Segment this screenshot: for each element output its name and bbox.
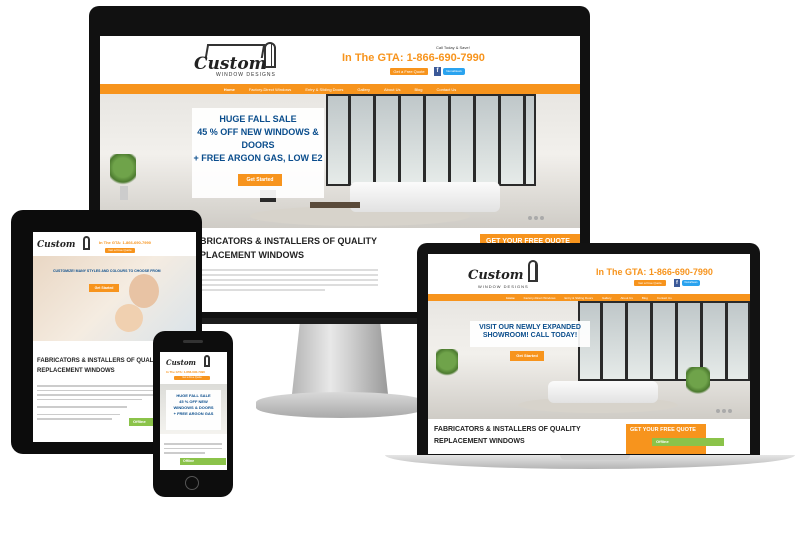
tablet-get-started-button[interactable]: Get Started bbox=[89, 284, 119, 292]
phone-home-button[interactable] bbox=[185, 476, 199, 490]
phone-promo-box: HUGE FALL SALE 45 % OFF NEW WINDOWS & DO… bbox=[166, 390, 221, 430]
tablet-quote-button[interactable]: Get a Free Quote bbox=[105, 248, 135, 253]
sofa-image bbox=[350, 182, 500, 212]
hero-slider: HUGE FALL SALE 45 % OFF NEW WINDOWS & DO… bbox=[100, 94, 580, 228]
content-heading-1: BRICATORS & INSTALLERS OF QUALITY bbox=[200, 236, 377, 246]
laptop-logo-window-icon bbox=[528, 260, 538, 282]
imac-stand bbox=[292, 324, 388, 394]
responsive-mockup: Custom WINDOW DESIGNS Call Today & Save!… bbox=[0, 0, 800, 534]
laptop-nav-doors[interactable]: Entry & Sliding Doors bbox=[564, 296, 593, 300]
nav-item-home[interactable]: Home bbox=[224, 87, 235, 92]
phone-gta-phone[interactable]: In The GTA: 1-866-690-7990 bbox=[166, 370, 205, 374]
main-nav: Home Factory-Direct Windows Entry & Slid… bbox=[100, 84, 580, 94]
get-started-button[interactable]: Get Started bbox=[238, 174, 282, 186]
laptop-plant-image bbox=[436, 349, 458, 379]
logo-subtitle: WINDOW DESIGNS bbox=[216, 72, 276, 78]
promo-line-4: + FREE ARGON GAS, LOW E2 bbox=[193, 153, 323, 163]
laptop-offline-chat[interactable]: Offline bbox=[652, 438, 724, 446]
plant-image bbox=[110, 154, 136, 188]
laptop-promo-line-1: VISIT OUR NEWLY EXPANDED bbox=[479, 324, 581, 331]
laptop-facebook-icon[interactable]: f bbox=[674, 279, 680, 287]
laptop-hero: VISIT OUR NEWLY EXPANDED SHOWROOM! CALL … bbox=[428, 301, 750, 419]
laptop-heading-1: FABRICATORS & INSTALLERS OF QUALITY bbox=[434, 426, 581, 433]
phone-logo-window-icon bbox=[204, 355, 210, 367]
tablet-customize-text: CUSTOMIZE! MANY STYLES AND COLOURS TO CH… bbox=[53, 269, 161, 273]
laptop-promo-box: VISIT OUR NEWLY EXPANDED SHOWROOM! CALL … bbox=[470, 321, 590, 347]
laptop-promo-line-2: SHOWROOM! CALL TODAY! bbox=[482, 332, 578, 339]
hero-window-frames bbox=[326, 94, 536, 186]
phone-logo[interactable]: Custom bbox=[166, 358, 196, 367]
laptop-hero-window-frames bbox=[578, 301, 750, 381]
slider-dots[interactable] bbox=[528, 216, 544, 220]
promo-line-3: DOORS bbox=[241, 140, 275, 150]
nav-item-contact[interactable]: Contact Us bbox=[436, 87, 456, 92]
phone-hero: HUGE FALL SALE 45 % OFF NEW WINDOWS & DO… bbox=[160, 384, 227, 434]
laptop-nav: Home Factory-Direct Windows Entry & Slid… bbox=[428, 294, 750, 301]
laptop-nav-about[interactable]: About Us bbox=[621, 296, 633, 300]
content-heading-2: PLACEMENT WINDOWS bbox=[200, 250, 304, 260]
promo-line-2: 45 % OFF NEW WINDOWS & bbox=[197, 127, 319, 137]
logo[interactable]: Custom WINDOW DESIGNS bbox=[194, 42, 294, 82]
phone-promo-line-3: WINDOWS & DOORS bbox=[173, 405, 214, 410]
phone-quote-button[interactable]: Get a Free Quote bbox=[174, 376, 210, 380]
plant-pot bbox=[120, 186, 128, 200]
free-quote-button[interactable]: Get a Free Quote bbox=[390, 68, 428, 75]
laptop-quote-button[interactable]: Get a Free Quote bbox=[634, 280, 666, 286]
laptop-get-started-button[interactable]: Get Started bbox=[510, 351, 544, 361]
nav-item-doors[interactable]: Entry & Sliding Doors bbox=[305, 87, 343, 92]
phone-screen: Custom In The GTA: 1-866-690-7990 Get a … bbox=[160, 352, 227, 470]
content-body bbox=[200, 266, 378, 294]
nav-item-gallery[interactable]: Gallery bbox=[357, 87, 370, 92]
laptop-nav-home[interactable]: Home bbox=[506, 296, 514, 300]
gta-phone[interactable]: In The GTA: 1-866-690-7990 bbox=[342, 52, 485, 64]
laptop-twitter-button[interactable]: NemaNews bbox=[682, 280, 700, 286]
laptop-screen: Custom WINDOW DESIGNS In The GTA: 1-866-… bbox=[428, 254, 750, 454]
laptop-quote-title: GET YOUR FREE QUOTE bbox=[630, 427, 696, 433]
tablet-logo[interactable]: Custom bbox=[37, 240, 75, 250]
facebook-icon[interactable]: f bbox=[434, 67, 441, 76]
laptop-logo[interactable]: Custom bbox=[468, 268, 524, 283]
tablet-gta-phone[interactable]: In The GTA: 1-866-690-7990 bbox=[99, 240, 151, 245]
laptop-sofa-image bbox=[548, 381, 658, 403]
promo-line-1: HUGE FALL SALE bbox=[219, 114, 297, 124]
laptop-nav-blog[interactable]: Blog bbox=[642, 296, 648, 300]
family-face-image bbox=[129, 274, 159, 308]
laptop-nav-windows[interactable]: Factory-Direct Windows bbox=[524, 296, 556, 300]
laptop-nav-gallery[interactable]: Gallery bbox=[602, 296, 612, 300]
laptop-logo-sub: WINDOW DESIGNS bbox=[478, 284, 529, 289]
tablet-logo-window-icon bbox=[83, 236, 90, 250]
phone-promo-line-4: + FREE ARGON GAS bbox=[173, 411, 214, 416]
tablet-heading-2: REPLACEMENT WINDOWS bbox=[37, 368, 115, 374]
laptop-notch bbox=[560, 455, 630, 460]
imac-stand-base bbox=[256, 392, 426, 418]
site-header: Custom WINDOW DESIGNS Call Today & Save!… bbox=[100, 36, 580, 84]
laptop-slider-dots[interactable] bbox=[716, 409, 732, 413]
nav-item-blog[interactable]: Blog bbox=[414, 87, 422, 92]
phone-promo-line-1: HUGE FALL SALE bbox=[176, 393, 211, 398]
laptop-heading-2: REPLACEMENT WINDOWS bbox=[434, 438, 525, 445]
phone-promo-line-2: 45 % OFF NEW bbox=[179, 399, 208, 404]
nav-item-windows[interactable]: Factory-Direct Windows bbox=[249, 87, 291, 92]
call-today-text: Call Today & Save! bbox=[436, 45, 470, 50]
laptop-gta-phone[interactable]: In The GTA: 1-866-690-7990 bbox=[596, 267, 713, 277]
logo-text: Custom bbox=[194, 54, 267, 74]
tablet-heading-1: FABRICATORS & INSTALLERS OF QUALITY bbox=[37, 358, 163, 364]
phone-offline-chat[interactable]: Offline bbox=[180, 458, 226, 465]
phone-body-text bbox=[164, 440, 222, 457]
laptop-plant-right-image bbox=[686, 367, 710, 397]
coffee-table-image bbox=[310, 202, 360, 208]
nav-item-about[interactable]: About Us bbox=[384, 87, 400, 92]
laptop-nav-contact[interactable]: Contact Us bbox=[657, 296, 672, 300]
child-face-image bbox=[115, 304, 143, 332]
phone-speaker bbox=[183, 340, 203, 343]
twitter-follow-button[interactable]: NemaNews bbox=[443, 68, 465, 75]
